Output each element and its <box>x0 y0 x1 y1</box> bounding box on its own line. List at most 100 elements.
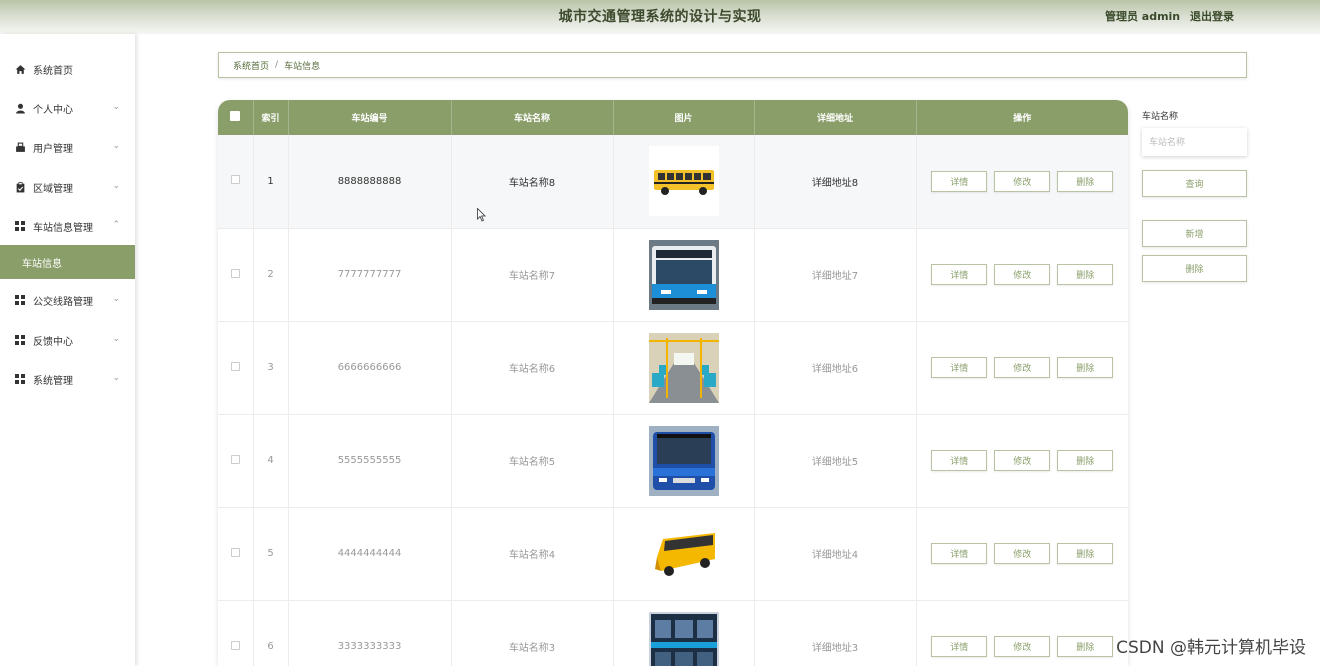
delete-button[interactable]: 删除 <box>1057 264 1114 285</box>
station-name-cell: 车站名称3 <box>451 600 614 666</box>
table-row: 2 7777777777 车站名称7 详细地址7 详情 修改 删除 <box>218 228 1128 322</box>
top-header: 城市交通管理系统的设计与实现 管理员 admin 退出登录 <box>0 0 1320 34</box>
row-checkbox[interactable] <box>230 175 240 185</box>
address-cell: 详细地址4 <box>754 507 917 601</box>
bus-image[interactable] <box>648 425 719 496</box>
row-checkbox[interactable] <box>230 268 240 278</box>
watermark: CSDN @韩元计算机毕设 <box>1116 638 1306 658</box>
chevron-down-icon: ⌄ <box>112 102 120 112</box>
add-button[interactable]: 新增 <box>1142 220 1247 247</box>
chevron-down-icon: ⌄ <box>112 181 120 191</box>
row-checkbox[interactable] <box>230 640 240 650</box>
sidebar-item-label: 个人中心 <box>33 104 73 116</box>
row-select-cell[interactable] <box>218 600 254 666</box>
row-checkbox[interactable] <box>230 361 240 371</box>
grid-icon <box>15 374 25 384</box>
index-cell: 5 <box>253 507 289 601</box>
table-row: 3 6666666666 车站名称6 详细地址6 详情 修改 删除 <box>218 321 1128 415</box>
address-cell: 详细地址8 <box>754 135 917 229</box>
station-code-cell: 4444444444 <box>288 507 452 601</box>
detail-button[interactable]: 详情 <box>931 264 988 285</box>
detail-button[interactable]: 详情 <box>931 636 988 657</box>
bus-image[interactable] <box>648 239 719 310</box>
column-header: 车站编号 <box>288 100 452 135</box>
chevron-down-icon: ⌄ <box>112 294 120 304</box>
sidebar-item-region[interactable]: 区域管理 ⌄ <box>0 169 135 205</box>
edit-button[interactable]: 修改 <box>994 357 1051 378</box>
table-header-row: 索引 车站编号 车站名称 图片 详细地址 操作 <box>218 100 1128 135</box>
table-row: 6 3333333333 车站名称3 详细地址3 详情 修改 删除 <box>218 600 1128 666</box>
sidebar-item-feedback[interactable]: 反馈中心 ⌄ <box>0 322 135 358</box>
detail-button[interactable]: 详情 <box>931 543 988 564</box>
row-select-cell[interactable] <box>218 228 254 322</box>
chevron-up-icon: ⌃ <box>112 220 120 230</box>
column-header: 详细地址 <box>754 100 917 135</box>
row-select-cell[interactable] <box>218 414 254 508</box>
image-cell <box>613 414 755 508</box>
column-header: 操作 <box>1013 114 1032 124</box>
query-button[interactable]: 查询 <box>1142 170 1247 197</box>
breadcrumb-current: 车站信息 <box>284 61 321 72</box>
select-all-cell[interactable] <box>218 100 254 135</box>
sidebar-item-station[interactable]: 车站信息管理 ⌃ <box>0 208 135 244</box>
home-icon <box>15 64 26 74</box>
sidebar-item-label: 系统管理 <box>33 375 73 387</box>
batch-delete-button[interactable]: 删除 <box>1142 255 1247 282</box>
grid-icon <box>15 335 25 345</box>
sidebar-item-label: 公交线路管理 <box>33 296 93 308</box>
row-checkbox[interactable] <box>230 547 240 557</box>
bus-image[interactable] <box>648 146 719 217</box>
sidebar-item-users[interactable]: 用户管理 ⌄ <box>0 129 135 165</box>
sidebar-item-profile[interactable]: 个人中心 ⌄ <box>0 90 135 126</box>
select-all-checkbox[interactable] <box>230 111 241 121</box>
sidebar-subitem-label: 车站信息 <box>22 258 62 270</box>
breadcrumb-home[interactable]: 系统首页 <box>233 59 269 72</box>
station-name-cell: 车站名称6 <box>451 321 614 415</box>
sidebar-item-label: 用户管理 <box>33 143 73 155</box>
column-header: 图片 <box>613 100 755 135</box>
edit-button[interactable]: 修改 <box>994 450 1051 471</box>
detail-button[interactable]: 详情 <box>931 357 988 378</box>
row-select-cell[interactable] <box>218 321 254 415</box>
delete-button[interactable]: 删除 <box>1057 170 1114 192</box>
grid-icon <box>15 221 25 231</box>
detail-button[interactable]: 详情 <box>931 170 988 192</box>
edit-button[interactable]: 修改 <box>994 264 1051 285</box>
detail-button[interactable]: 详情 <box>931 450 988 471</box>
sidebar-item-home[interactable]: 系统首页 <box>0 51 135 87</box>
row-select-cell[interactable] <box>218 135 254 229</box>
edit-button[interactable]: 修改 <box>994 636 1051 657</box>
sidebar-subitem-station-info[interactable]: 车站信息 <box>0 245 135 279</box>
table-row: 4 5555555555 车站名称5 详细地址5 详情 修改 删除 <box>218 414 1128 508</box>
address-cell: 详细地址3 <box>754 600 917 666</box>
station-name-cell: 车站名称5 <box>451 414 614 508</box>
bus-image[interactable] <box>648 611 719 666</box>
sidebar-item-label: 反馈中心 <box>33 336 73 348</box>
actions-cell: 详情 修改 删除 <box>916 414 1128 508</box>
delete-button[interactable]: 删除 <box>1057 543 1114 564</box>
address-cell: 详细地址5 <box>754 414 917 508</box>
actions-cell: 详情 修改 删除 <box>916 507 1128 601</box>
image-cell <box>613 228 755 322</box>
bus-image[interactable] <box>648 518 719 589</box>
sidebar-item-system[interactable]: 系统管理 ⌄ <box>0 361 135 397</box>
edit-button[interactable]: 修改 <box>994 170 1051 192</box>
address-cell: 详细地址6 <box>754 321 917 415</box>
delete-button[interactable]: 删除 <box>1057 636 1114 657</box>
delete-button[interactable]: 删除 <box>1057 357 1114 378</box>
bus-image[interactable] <box>648 332 719 403</box>
edit-button[interactable]: 修改 <box>994 543 1051 564</box>
station-name-cell: 车站名称8 <box>451 135 614 229</box>
chevron-down-icon: ⌄ <box>112 334 120 344</box>
index-cell: 4 <box>253 414 289 508</box>
station-code-cell: 6666666666 <box>288 321 452 415</box>
logout-link[interactable]: 退出登录 <box>1190 10 1234 23</box>
image-cell <box>613 507 755 601</box>
sidebar-item-bus-routes[interactable]: 公交线路管理 ⌄ <box>0 282 135 318</box>
row-select-cell[interactable] <box>218 507 254 601</box>
row-checkbox[interactable] <box>230 454 240 464</box>
users-icon <box>16 142 25 152</box>
actions-cell: 详情 修改 删除 <box>916 600 1128 666</box>
delete-button[interactable]: 删除 <box>1057 450 1114 471</box>
search-input[interactable] <box>1142 128 1247 156</box>
